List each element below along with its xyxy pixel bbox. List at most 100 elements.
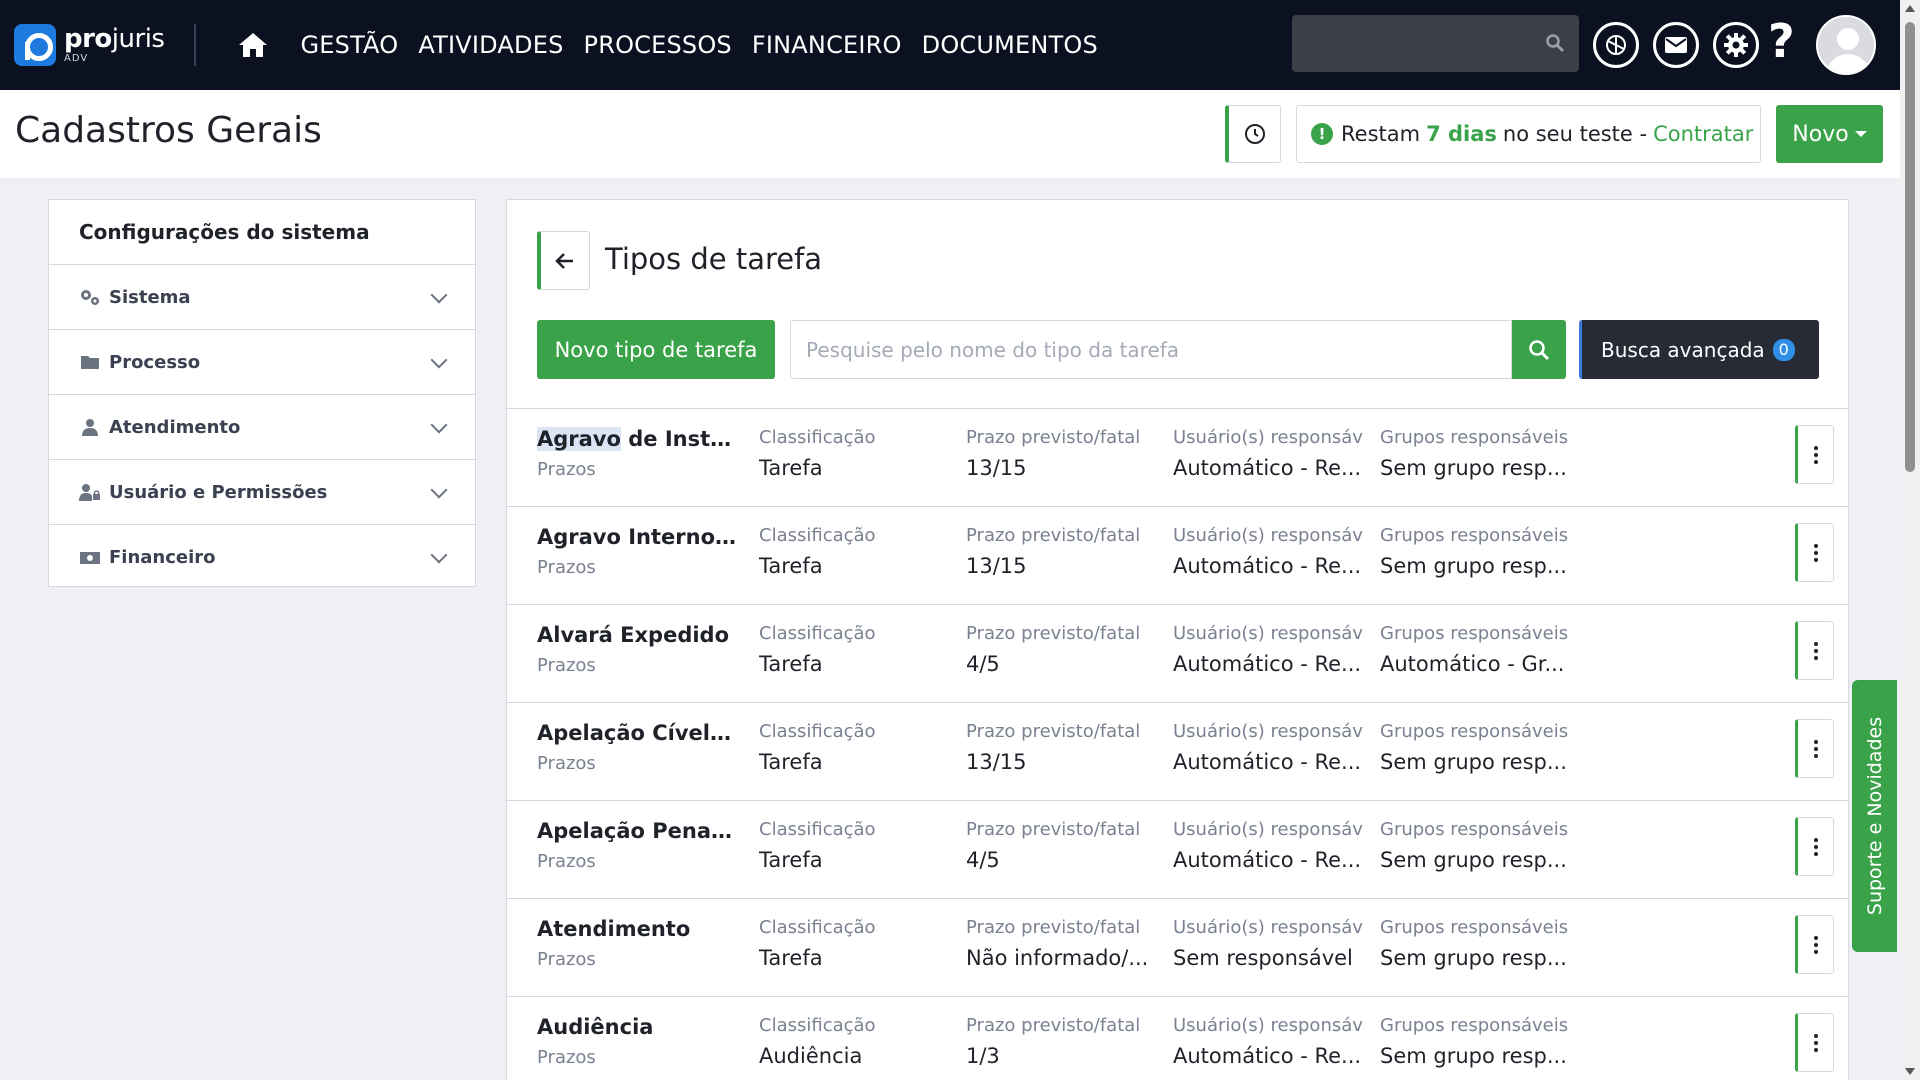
row-actions-menu-icon[interactable] bbox=[1795, 1013, 1834, 1072]
avatar[interactable] bbox=[1816, 15, 1876, 75]
folder-icon bbox=[79, 354, 101, 370]
search-button[interactable] bbox=[1512, 320, 1566, 379]
nav-item-financeiro[interactable]: FINANCEIRO bbox=[752, 31, 902, 59]
users-value: Automático - Re... bbox=[1173, 456, 1362, 480]
panel-title: Tipos de tarefa bbox=[605, 242, 823, 276]
task-type-category: Prazos bbox=[537, 655, 596, 676]
groups-label: Grupos responsáveis bbox=[1380, 1015, 1569, 1036]
gears-icon bbox=[79, 288, 101, 306]
classification-label: Classificação bbox=[759, 1015, 876, 1036]
task-type-name: Apelação Cível ... bbox=[537, 721, 737, 745]
list-item[interactable]: Alvará Expedido Prazos Classificação Taref… bbox=[507, 604, 1848, 702]
new-dropdown-button[interactable]: Novo bbox=[1776, 105, 1883, 163]
list-item[interactable]: Agravo Interno ... Prazos Classificação Ta… bbox=[507, 506, 1848, 604]
list-item[interactable]: Atendimento Prazos Classificação Tarefa Pr… bbox=[507, 898, 1848, 996]
trial-middle: no seu teste - bbox=[1502, 122, 1648, 146]
logo-mark-icon bbox=[14, 24, 56, 66]
row-actions-menu-icon[interactable] bbox=[1795, 425, 1834, 484]
list-item[interactable]: Agravo de Instr... Prazos Classificação Ta… bbox=[507, 408, 1848, 506]
trial-prefix: Restam bbox=[1341, 122, 1421, 146]
history-button[interactable] bbox=[1225, 105, 1281, 163]
help-icon[interactable]: ? bbox=[1768, 18, 1795, 64]
classification-label: Classificação bbox=[759, 917, 876, 938]
new-task-type-button[interactable]: Novo tipo de tarefa bbox=[537, 320, 775, 379]
groups-value: Automático - Gr... bbox=[1380, 652, 1565, 676]
task-type-category: Prazos bbox=[537, 557, 596, 578]
task-type-category: Prazos bbox=[537, 1047, 596, 1068]
groups-value: Sem grupo resp... bbox=[1380, 456, 1567, 480]
classification-value: Tarefa bbox=[759, 848, 823, 872]
groups-label: Grupos responsáveis bbox=[1380, 819, 1569, 840]
classification-label: Classificação bbox=[759, 427, 876, 448]
list-item[interactable]: Apelação Penal ... Prazos Classificação Ta… bbox=[507, 800, 1848, 898]
home-icon[interactable] bbox=[236, 28, 270, 62]
deadline-value: Não informado/... bbox=[966, 946, 1149, 970]
back-button[interactable] bbox=[537, 231, 590, 290]
row-actions-menu-icon[interactable] bbox=[1795, 523, 1834, 582]
support-news-tab[interactable]: Suporte e Novidades bbox=[1852, 680, 1897, 952]
row-actions-menu-icon[interactable] bbox=[1795, 621, 1834, 680]
classification-label: Classificação bbox=[759, 721, 876, 742]
contratar-link[interactable]: Contratar bbox=[1653, 122, 1753, 146]
nav-item-processos[interactable]: PROCESSOS bbox=[584, 31, 732, 59]
row-actions-menu-icon[interactable] bbox=[1795, 915, 1834, 974]
groups-value: Sem grupo resp... bbox=[1380, 848, 1567, 872]
task-type-category: Prazos bbox=[537, 949, 596, 970]
classification-value: Tarefa bbox=[759, 750, 823, 774]
list-item[interactable]: Apelação Cível ... Prazos Classificação Ta… bbox=[507, 702, 1848, 800]
filter-count-badge: 0 bbox=[1772, 338, 1795, 361]
nav-item-gestao[interactable]: GESTÃO bbox=[300, 31, 398, 59]
list-item[interactable]: Audiência Prazos Classificação Audiência P… bbox=[507, 996, 1848, 1080]
deadline-label: Prazo previsto/fatal bbox=[966, 525, 1141, 546]
groups-value: Sem grupo resp... bbox=[1380, 1044, 1567, 1068]
row-actions-menu-icon[interactable] bbox=[1795, 817, 1834, 876]
users-label: Usuário(s) responsáveis bbox=[1173, 917, 1363, 938]
trial-banner: ! Restam 7 dias no seu teste - Contratar bbox=[1296, 105, 1761, 163]
users-value: Sem responsável bbox=[1173, 946, 1353, 970]
users-label: Usuário(s) responsáveis bbox=[1173, 1015, 1363, 1036]
trial-days: 7 dias bbox=[1426, 122, 1497, 146]
money-icon bbox=[79, 551, 101, 565]
deadline-value: 13/15 bbox=[966, 456, 1027, 480]
task-type-search-input[interactable] bbox=[790, 320, 1512, 379]
users-label: Usuário(s) responsáveis bbox=[1173, 427, 1363, 448]
sidebar-item-financeiro[interactable]: Financeiro bbox=[49, 525, 475, 590]
settings-gear-icon[interactable] bbox=[1713, 22, 1759, 68]
classification-value: Tarefa bbox=[759, 456, 823, 480]
main-nav: GESTÃO ATIVIDADES PROCESSOS FINANCEIRO D… bbox=[280, 31, 1098, 59]
sidebar-item-sistema[interactable]: Sistema bbox=[49, 265, 475, 330]
nav-item-documentos[interactable]: DOCUMENTOS bbox=[922, 31, 1098, 59]
sidebar-item-atendimento[interactable]: Atendimento bbox=[49, 395, 475, 460]
users-value: Automático - Re... bbox=[1173, 1044, 1362, 1068]
user-icon bbox=[79, 418, 101, 436]
groups-value: Sem grupo resp... bbox=[1380, 946, 1567, 970]
scroll-down-icon[interactable] bbox=[1905, 1068, 1915, 1075]
deadline-value: 13/15 bbox=[966, 554, 1027, 578]
groups-label: Grupos responsáveis bbox=[1380, 525, 1569, 546]
users-label: Usuário(s) responsáveis bbox=[1173, 819, 1363, 840]
global-search-input[interactable] bbox=[1292, 15, 1579, 72]
user-lock-icon bbox=[79, 483, 101, 501]
classification-value: Tarefa bbox=[759, 554, 823, 578]
openai-icon[interactable] bbox=[1593, 22, 1639, 68]
sidebar-item-processo[interactable]: Processo bbox=[49, 330, 475, 395]
deadline-label: Prazo previsto/fatal bbox=[966, 819, 1141, 840]
scroll-up-icon[interactable] bbox=[1905, 5, 1915, 12]
users-value: Automático - Re... bbox=[1173, 750, 1362, 774]
advanced-search-button[interactable]: Busca avançada 0 bbox=[1579, 320, 1819, 379]
alert-icon: ! bbox=[1311, 123, 1333, 145]
arrow-left-icon bbox=[555, 252, 573, 269]
projuris-logo[interactable]: projuris ADV bbox=[14, 0, 165, 90]
nav-item-atividades[interactable]: ATIVIDADES bbox=[418, 31, 563, 59]
page-scrollbar[interactable] bbox=[1900, 0, 1920, 1080]
search-icon bbox=[1545, 33, 1565, 57]
deadline-value: 4/5 bbox=[966, 848, 1000, 872]
task-type-name: Audiência bbox=[537, 1015, 654, 1039]
chevron-down-icon bbox=[430, 351, 448, 369]
row-actions-menu-icon[interactable] bbox=[1795, 719, 1834, 778]
scrollbar-thumb[interactable] bbox=[1905, 22, 1915, 472]
mail-icon[interactable] bbox=[1653, 22, 1699, 68]
top-navbar: projuris ADV GESTÃO ATIVIDADES PROCESSOS… bbox=[0, 0, 1920, 90]
users-value: Automático - Re... bbox=[1173, 554, 1362, 578]
sidebar-item-usuario-permissoes[interactable]: Usuário e Permissões bbox=[49, 460, 475, 525]
